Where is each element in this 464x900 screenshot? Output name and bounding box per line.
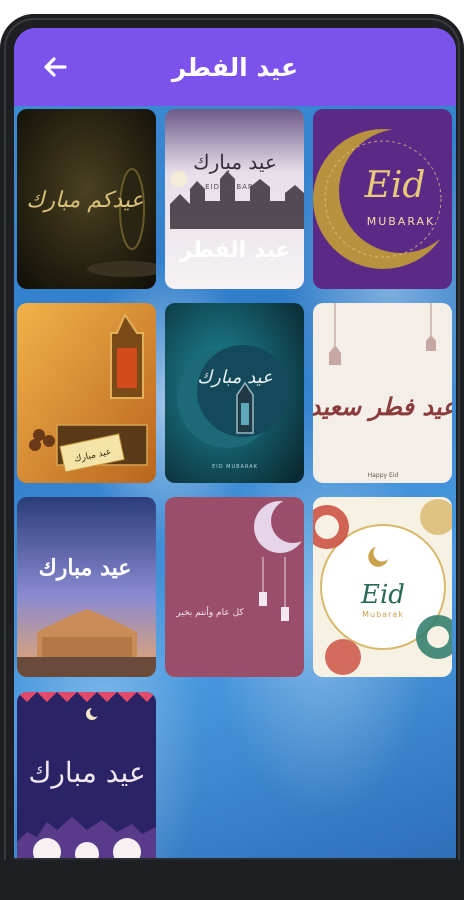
card-2-text-en: EID MUBARAK [205, 183, 265, 191]
card-3-text-eid: Eid [364, 165, 426, 206]
card-6-text-ar: عيد فطر سعيد [313, 392, 452, 422]
card-10-text: عيد مبارك [28, 756, 145, 789]
greeting-card-1[interactable]: عيدكم مبارك [17, 109, 156, 289]
greeting-card-9[interactable]: Eid Mubarak [313, 497, 452, 677]
greeting-card-6[interactable]: عيد فطر سعيد Happy Eid [313, 303, 452, 483]
page-title: عيد الفطر [171, 52, 299, 82]
card-3-text-mubarak: MUBARAK [367, 215, 436, 228]
greeting-card-8[interactable]: كل عام وأنتم بخير [165, 497, 304, 677]
greeting-card-10[interactable]: عيد مبارك [17, 692, 156, 860]
card-6-text-en: Happy Eid [368, 472, 399, 479]
card-5-text-en: EID MUBARAK [212, 464, 258, 470]
card-9-text-eid: Eid [360, 580, 405, 610]
card-1-text: عيدكم مبارك [26, 188, 143, 213]
app-bar: عيد الفطر [14, 28, 456, 106]
card-7-text: عيد مبارك [39, 555, 132, 581]
greeting-card-2[interactable]: عيد مبارك EID MUBARAK عيد الفطر [165, 109, 304, 289]
card-9-text-mubarak: Mubarak [362, 610, 404, 619]
greeting-card-7[interactable]: عيد مبارك [17, 497, 156, 677]
card-2-text-ar: عيد مبارك [193, 150, 277, 174]
greeting-card-3[interactable]: Eid MUBARAK [313, 109, 452, 289]
greeting-card-4[interactable]: عيد مبارك [17, 303, 156, 483]
app-screen: عيد الفطر عيدكم مبارك عيد مبارك EID MUBA… [14, 28, 456, 860]
phone-bottom-bezel [0, 860, 464, 900]
card-2-text-fitr: عيد الفطر [178, 238, 290, 263]
greeting-card-5[interactable]: عيد مبارك EID MUBARAK [165, 303, 304, 483]
card-5-text-ar: عيد مبارك [197, 367, 273, 388]
card-grid: عيدكم مبارك عيد مبارك EID MUBARAK عيد ال… [14, 106, 456, 860]
back-button[interactable] [38, 50, 72, 84]
arrow-left-icon [44, 57, 67, 77]
